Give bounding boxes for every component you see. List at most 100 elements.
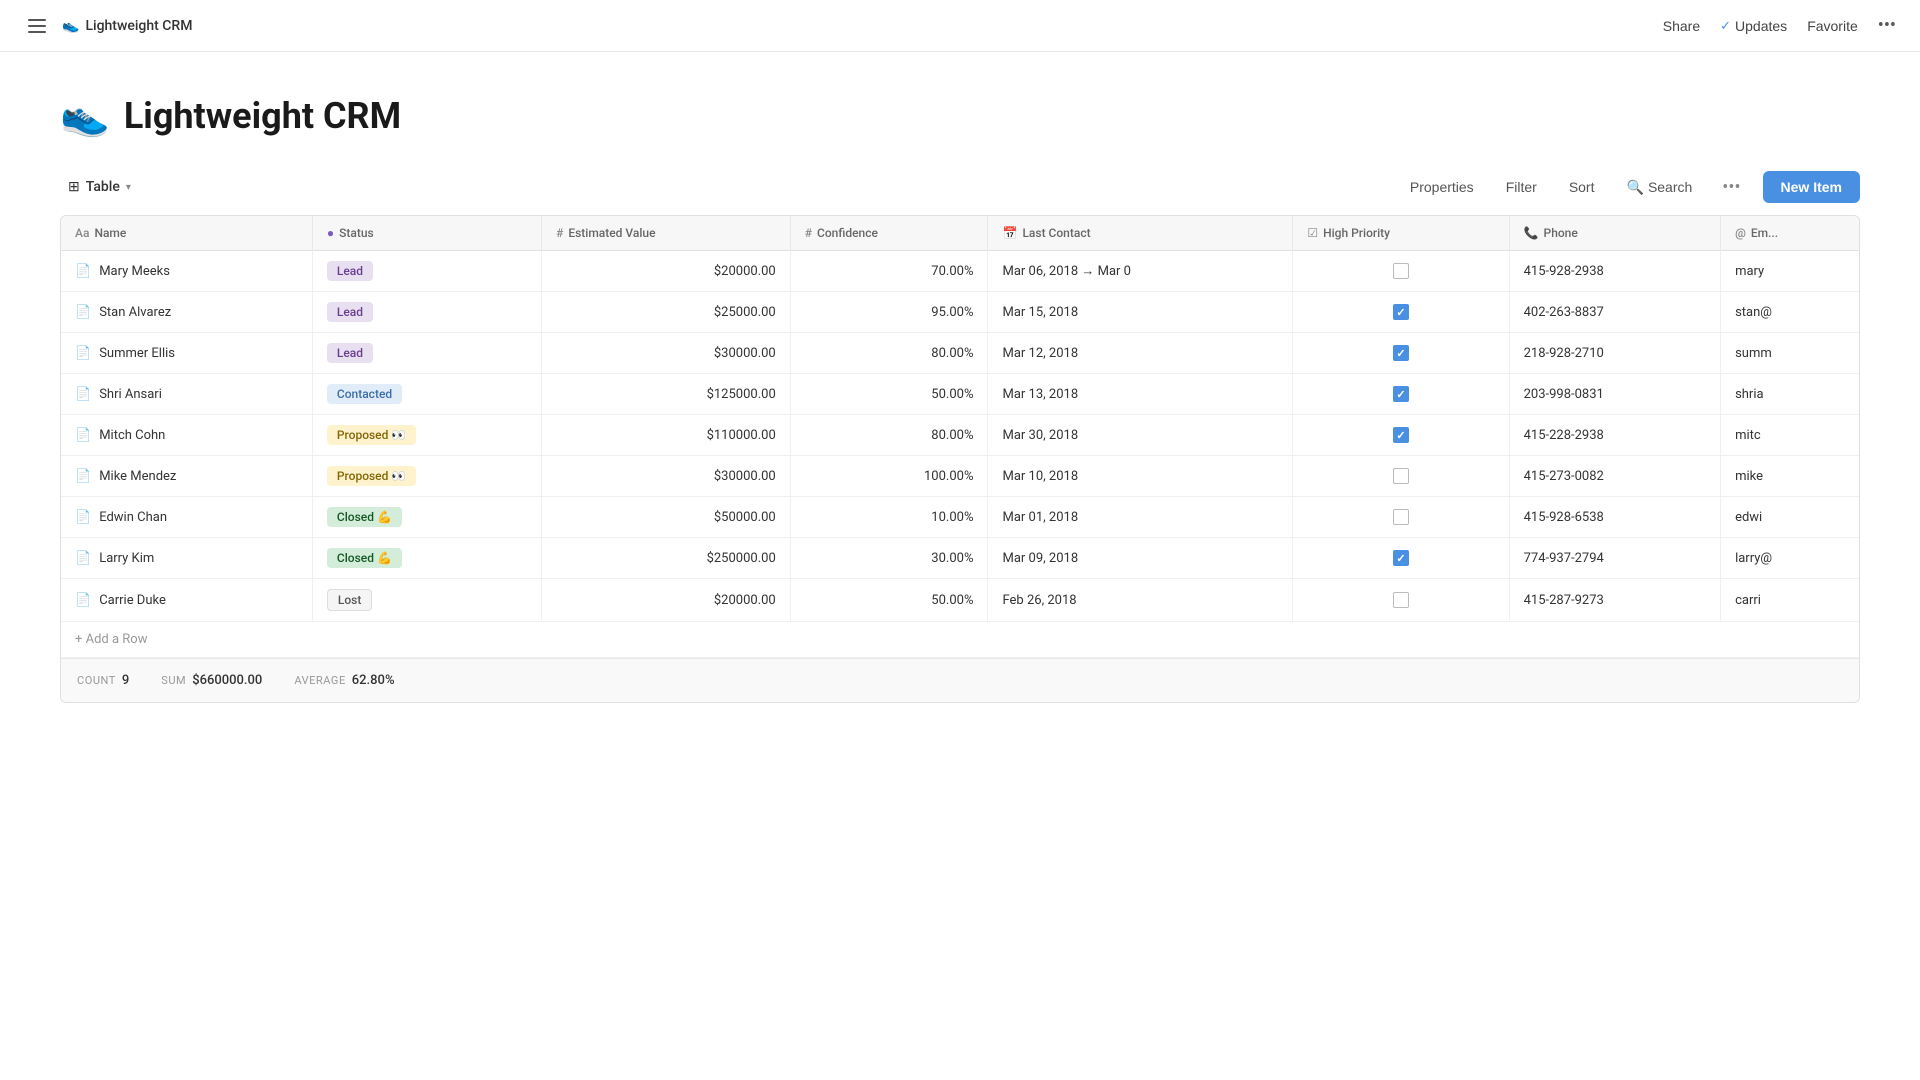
priority-checkbox[interactable] xyxy=(1393,345,1409,361)
cell-status: Lead xyxy=(312,251,541,292)
priority-checkbox[interactable] xyxy=(1393,386,1409,402)
cell-name[interactable]: 📄 Mitch Cohn xyxy=(61,415,312,456)
nav-left: 👟 Lightweight CRM xyxy=(24,15,192,37)
cell-estimated-value: $125000.00 xyxy=(542,374,791,415)
priority-checkbox[interactable] xyxy=(1393,468,1409,484)
cell-confidence: 100.00% xyxy=(790,456,988,497)
cell-estimated-value: $250000.00 xyxy=(542,538,791,579)
email-col-icon: @ xyxy=(1735,226,1746,240)
toolbar-right: Properties Filter Sort 🔍 Search ••• New … xyxy=(1402,171,1860,203)
table-row[interactable]: 📄Shri AnsariContacted$125000.0050.00%Mar… xyxy=(61,374,1859,415)
status-badge: Lead xyxy=(327,343,373,363)
nav-emoji: 👟 xyxy=(62,18,79,34)
cell-confidence: 10.00% xyxy=(790,497,988,538)
priority-checkbox[interactable] xyxy=(1393,550,1409,566)
footer-average: AVERAGE 62.80% xyxy=(294,673,394,688)
add-row-button[interactable]: + Add a Row xyxy=(75,632,1845,647)
cell-status: Lead xyxy=(312,333,541,374)
cell-name[interactable]: 📄Shri Ansari xyxy=(61,374,312,415)
sum-value: $660000.00 xyxy=(192,673,262,688)
cell-name[interactable]: 📄 Carrie Duke xyxy=(61,579,312,622)
status-badge: Lost xyxy=(327,589,372,611)
cell-high-priority xyxy=(1293,333,1509,374)
row-name: Edwin Chan xyxy=(99,510,167,525)
cell-name[interactable]: 📄Mary Meeks xyxy=(61,251,312,292)
updates-button[interactable]: ✓ Updates xyxy=(1720,18,1787,34)
cell-phone: 218-928-2710 xyxy=(1509,333,1720,374)
cell-estimated-value: $20000.00 xyxy=(542,579,791,622)
doc-icon: 📄 xyxy=(75,428,91,443)
cell-status: Proposed 👀 xyxy=(312,415,541,456)
favorite-button[interactable]: Favorite xyxy=(1807,18,1858,34)
cell-status: Proposed 👀 xyxy=(312,456,541,497)
table-row[interactable]: 📄Edwin ChanClosed 💪$50000.0010.00%Mar 01… xyxy=(61,497,1859,538)
cell-name[interactable]: 📄Mike Mendez xyxy=(61,456,312,497)
cell-phone: 774-937-2794 xyxy=(1509,538,1720,579)
cell-phone: 415-287-9273 xyxy=(1509,579,1720,622)
cell-phone: 415-928-6538 xyxy=(1509,497,1720,538)
cell-email: carri xyxy=(1721,579,1859,622)
page-emoji: 👟 xyxy=(60,92,110,139)
share-button[interactable]: Share xyxy=(1663,18,1700,34)
table-grid-icon: ⊞ xyxy=(68,179,80,195)
cell-last-contact: Mar 09, 2018 xyxy=(988,538,1293,579)
cell-status: Contacted xyxy=(312,374,541,415)
status-badge: Closed 💪 xyxy=(327,548,402,568)
status-badge: Proposed 👀 xyxy=(327,466,416,486)
cell-name[interactable]: 📄Larry Kim xyxy=(61,538,312,579)
confidence-col-icon: # xyxy=(805,226,812,240)
col-header-phone: 📞 Phone xyxy=(1509,216,1720,251)
status-badge: Contacted xyxy=(327,384,402,404)
nav-title: Lightweight CRM xyxy=(85,18,192,34)
row-name: Mitch Cohn xyxy=(99,428,165,443)
cell-email: larry@ xyxy=(1721,538,1859,579)
col-header-last-contact: 📅 Last Contact xyxy=(988,216,1293,251)
table-row[interactable]: 📄Carrie DukeLost$20000.0050.00%Feb 26, 2… xyxy=(61,579,1859,622)
row-name: Carrie Duke xyxy=(99,593,166,608)
priority-checkbox[interactable] xyxy=(1393,263,1409,279)
doc-icon: 📄 xyxy=(75,469,91,484)
table-row[interactable]: 📄Mary MeeksLead$20000.0070.00%Mar 06, 20… xyxy=(61,251,1859,292)
properties-button[interactable]: Properties xyxy=(1402,175,1482,199)
table-row[interactable]: 📄Summer EllisLead$30000.0080.00%Mar 12, … xyxy=(61,333,1859,374)
cell-name[interactable]: 📄Summer Ellis xyxy=(61,333,312,374)
top-nav: 👟 Lightweight CRM Share ✓ Updates Favori… xyxy=(0,0,1920,52)
new-item-button[interactable]: New Item xyxy=(1763,171,1860,203)
filter-button[interactable]: Filter xyxy=(1498,175,1545,199)
status-badge: Lead xyxy=(327,261,373,281)
cell-email: summ xyxy=(1721,333,1859,374)
priority-checkbox[interactable] xyxy=(1393,427,1409,443)
toolbar-more-icon[interactable]: ••• xyxy=(1716,173,1746,202)
table-row[interactable]: 📄Mike MendezProposed 👀$30000.00100.00%Ma… xyxy=(61,456,1859,497)
cell-name[interactable]: 📄Stan Alvarez xyxy=(61,292,312,333)
doc-icon: 📄 xyxy=(75,551,91,566)
cell-high-priority xyxy=(1293,456,1509,497)
priority-checkbox[interactable] xyxy=(1393,304,1409,320)
view-selector[interactable]: ⊞ Table ▾ xyxy=(60,175,139,199)
nav-logo: 👟 Lightweight CRM xyxy=(62,18,192,34)
footer-sum: SUM $660000.00 xyxy=(161,673,262,688)
table-row[interactable]: 📄Stan AlvarezLead$25000.0095.00%Mar 15, … xyxy=(61,292,1859,333)
table-footer: COUNT 9 SUM $660000.00 AVERAGE 62.80% xyxy=(61,658,1859,702)
priority-checkbox[interactable] xyxy=(1393,592,1409,608)
cell-confidence: 70.00% xyxy=(790,251,988,292)
cell-high-priority xyxy=(1293,497,1509,538)
hamburger-menu[interactable] xyxy=(24,15,50,37)
col-header-status: ● Status xyxy=(312,216,541,251)
more-options-icon[interactable]: ••• xyxy=(1878,15,1896,36)
cell-confidence: 30.00% xyxy=(790,538,988,579)
add-row[interactable]: + Add a Row xyxy=(61,622,1859,658)
cell-last-contact: Mar 10, 2018 xyxy=(988,456,1293,497)
page-title-row: 👟 Lightweight CRM xyxy=(60,92,1860,139)
doc-icon: 📄 xyxy=(75,593,91,608)
page-title: Lightweight CRM xyxy=(124,95,401,137)
sort-button[interactable]: Sort xyxy=(1561,175,1603,199)
cell-estimated-value: $25000.00 xyxy=(542,292,791,333)
status-badge: Proposed 👀 xyxy=(327,425,416,445)
cell-phone: 402-263-8837 xyxy=(1509,292,1720,333)
table-row[interactable]: 📄Mitch CohnProposed 👀$110000.0080.00%Mar… xyxy=(61,415,1859,456)
search-button[interactable]: 🔍 Search xyxy=(1619,175,1701,200)
cell-name[interactable]: 📄Edwin Chan xyxy=(61,497,312,538)
table-row[interactable]: 📄Larry Kim Closed 💪 $250000.0030.00%Mar 09… xyxy=(61,538,1859,579)
priority-checkbox[interactable] xyxy=(1393,509,1409,525)
